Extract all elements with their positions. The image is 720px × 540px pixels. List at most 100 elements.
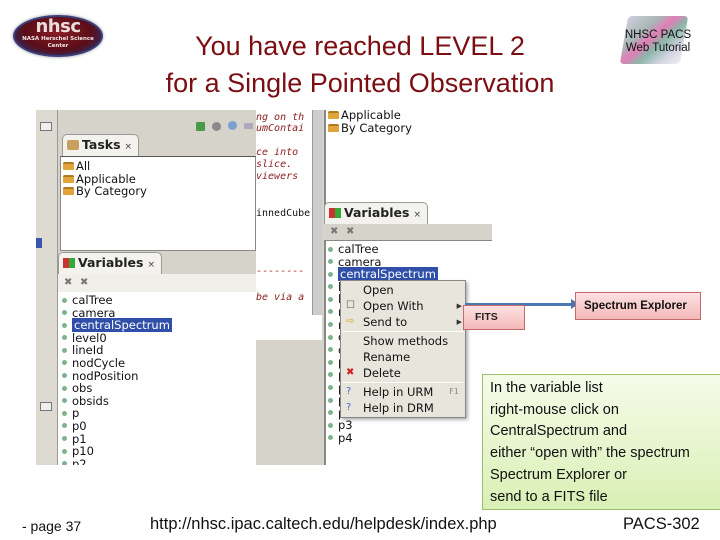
tab-tasks-label: Tasks <box>82 137 121 152</box>
variables-pane: calTree camera centralSpectrum level0 lineId… <box>58 292 256 465</box>
menu-separator <box>343 331 463 332</box>
variable-dot-icon <box>328 359 333 365</box>
document-code: PACS-302 <box>623 515 700 533</box>
remove-all-icon[interactable]: ✖ <box>346 226 354 237</box>
variable-dot-icon <box>328 422 333 428</box>
window-icon[interactable] <box>244 123 253 129</box>
help-icon: ? <box>346 386 352 397</box>
variable-item[interactable]: p4 <box>326 432 492 445</box>
code-line: slice. <box>256 159 293 170</box>
code-line: ce into <box>256 147 299 158</box>
menu-item-show-methods[interactable]: Show methods <box>341 333 465 349</box>
variable-item[interactable]: p <box>60 407 256 420</box>
variable-dot-icon <box>62 360 67 366</box>
menu-item-help-in-urm[interactable]: ? Help in URM F1 <box>341 384 465 400</box>
note-line: send to a FITS file <box>490 488 608 505</box>
variables-icon <box>63 258 75 268</box>
variable-item[interactable]: obsids <box>60 394 256 408</box>
tab-variables-back[interactable]: Variables × <box>324 202 429 224</box>
title-line-1: You have reached LEVEL 2 <box>195 31 525 61</box>
pacs-tutorial-logo: NHSC PACS Web Tutorial <box>612 12 702 70</box>
variable-dot-icon <box>62 335 67 341</box>
spectrum-explorer-callout: Spectrum Explorer <box>575 292 701 320</box>
variable-item[interactable]: p0 <box>60 420 256 433</box>
note-line: right-mouse click on <box>490 401 619 418</box>
logo-subtitle-2: Center <box>47 43 69 49</box>
fits-callout: FITS <box>463 305 525 330</box>
menu-item-label: Rename <box>363 350 411 364</box>
tasks-item-label: By Category <box>341 120 412 135</box>
send-arrow-icon: ⇨ <box>346 316 355 327</box>
menu-item-label: Send to <box>363 315 408 329</box>
remove-icon[interactable]: ✖ <box>330 226 338 237</box>
context-menu: Open ☐ Open With ▶ ⇨ Send to ▶ Show methods Rena… <box>340 280 466 418</box>
variable-item[interactable]: p10 <box>60 445 256 458</box>
menu-item-open-with[interactable]: ☐ Open With ▶ <box>341 298 465 314</box>
remove-icon[interactable]: ✖ <box>64 277 72 288</box>
tab-tasks[interactable]: Tasks × <box>62 134 140 156</box>
folder-icon <box>63 162 74 170</box>
code-vertical-scrollbar[interactable] <box>312 110 322 315</box>
variable-dot-icon <box>328 246 333 252</box>
tasks-item-by-category[interactable]: By Category <box>63 185 255 198</box>
variable-dot-icon <box>62 423 67 429</box>
variable-dot-icon <box>62 373 67 379</box>
menu-item-send-to[interactable]: ⇨ Send to ▶ <box>341 314 465 330</box>
menu-item-open[interactable]: Open <box>341 282 465 298</box>
maximize-button-2[interactable] <box>40 402 52 411</box>
code-line: umContai <box>256 123 305 134</box>
variable-dot-icon <box>328 372 333 378</box>
close-icon[interactable]: × <box>413 210 421 220</box>
selection-marker <box>36 238 42 248</box>
variables-toolbar-back: ✖ ✖ <box>324 224 492 240</box>
code-line: be via a <box>256 292 305 303</box>
logo-line-2: Web Tutorial <box>625 42 691 54</box>
tab-variables-label: Variables <box>344 205 410 220</box>
tasks-item-by-category[interactable]: By Category <box>328 120 492 135</box>
home-icon[interactable] <box>196 122 205 131</box>
variable-item[interactable]: p2 <box>60 456 256 465</box>
variable-label: p4 <box>338 430 353 445</box>
remove-all-icon[interactable]: ✖ <box>80 277 88 288</box>
variable-dot-icon <box>62 410 67 416</box>
menu-item-rename[interactable]: Rename <box>341 349 465 365</box>
variable-dot-icon <box>328 259 333 265</box>
tasks-pane: All Applicable By Category <box>60 156 256 251</box>
code-line: -------- <box>256 266 305 277</box>
menu-shortcut: F1 <box>449 387 459 396</box>
help-icon: ? <box>346 402 352 413</box>
page-number: - page 37 <box>22 518 82 534</box>
close-icon[interactable]: × <box>147 260 155 270</box>
menu-item-help-in-drm[interactable]: ? Help in DRM <box>341 400 465 416</box>
zoom-out-icon[interactable] <box>212 122 221 131</box>
logo-subtitle-1: NASA Herschel Science <box>22 36 94 42</box>
zoom-in-icon[interactable] <box>228 121 237 130</box>
variable-dot-icon <box>328 397 333 403</box>
code-line: viewers <box>256 171 299 182</box>
nhsc-logo: nhsc NASA Herschel Science Center <box>13 15 103 57</box>
instruction-note: In the variable list right-mouse click o… <box>482 374 720 510</box>
maximize-button[interactable] <box>40 122 52 131</box>
logo-line-1: NHSC PACS <box>624 29 692 41</box>
variable-dot-icon <box>328 322 333 328</box>
menu-item-label: Show methods <box>363 334 449 348</box>
helpdesk-link[interactable]: http://nhsc.ipac.caltech.edu/helpdesk/in… <box>150 515 497 534</box>
submenu-arrow-icon: ▶ <box>456 318 462 326</box>
variable-item[interactable]: centralSpectrum <box>326 267 492 282</box>
tasks-item-label: By Category <box>76 184 147 199</box>
variable-dot-icon <box>328 284 333 290</box>
variable-dot-icon <box>328 347 333 353</box>
variable-dot-icon <box>62 461 67 465</box>
menu-item-delete[interactable]: ✖ Delete <box>341 365 465 381</box>
note-line: either “open with” the spectrum <box>490 445 690 462</box>
variable-label: p2 <box>72 456 87 465</box>
variable-dot-icon <box>62 347 67 353</box>
variable-dot-icon <box>62 297 67 303</box>
tab-variables[interactable]: Variables × <box>58 252 163 274</box>
variable-dot-icon <box>62 385 67 391</box>
logo-nhsc-text: nhsc <box>35 16 81 37</box>
variables-icon <box>329 208 341 218</box>
menu-item-label: Open With <box>363 299 424 313</box>
variable-dot-icon <box>328 435 333 441</box>
close-icon[interactable]: × <box>125 142 133 152</box>
